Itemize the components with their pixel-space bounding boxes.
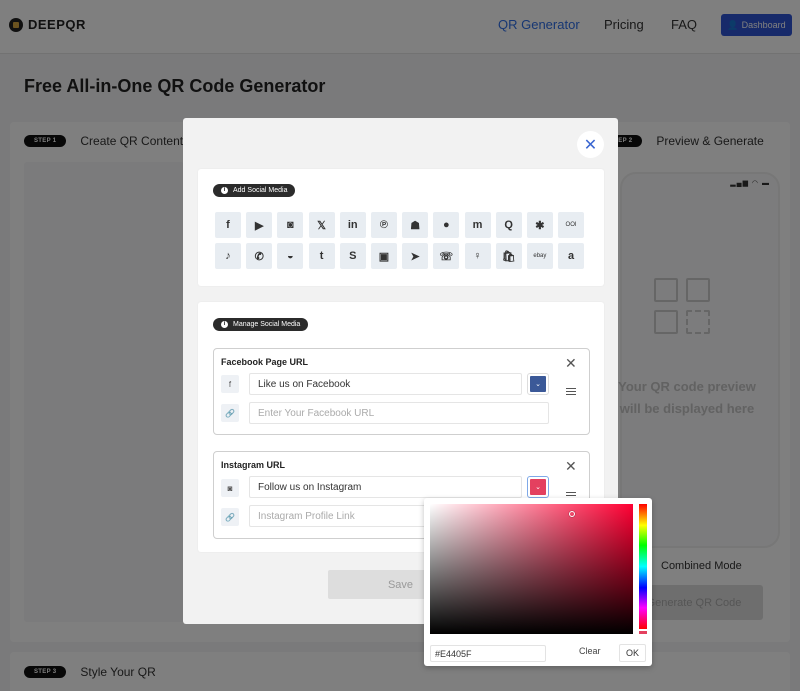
facebook-drag-handle[interactable] [566, 386, 576, 397]
saturation-value-area[interactable] [430, 504, 633, 634]
line-icon[interactable]: ◒ [277, 243, 304, 269]
page: DEEPQR QR Generator Pricing FAQ 👤 Dashbo… [0, 0, 800, 691]
amazon-icon[interactable]: a [558, 243, 585, 269]
ok-button[interactable]: OK [619, 644, 646, 662]
facebook-icon: f [221, 375, 239, 393]
telegram-icon[interactable]: ➤ [402, 243, 429, 269]
facebook-text-input[interactable]: Like us on Facebook [249, 373, 522, 395]
medium-m-icon[interactable]: m [464, 212, 491, 238]
twitch-icon[interactable]: ▣ [370, 243, 397, 269]
facebook-entry-title: Facebook Page URL [221, 357, 309, 367]
instagram-icon[interactable]: ◙ [277, 212, 304, 238]
linkedin-icon[interactable]: in [339, 212, 366, 238]
link-icon: 🔗 [221, 508, 239, 526]
facebook-icon[interactable]: f [215, 212, 241, 238]
quora-icon[interactable]: Q [495, 212, 522, 238]
instagram-text-input[interactable]: Follow us on Instagram [249, 476, 522, 498]
remove-facebook-button[interactable]: ✕ [565, 355, 577, 372]
hue-slider[interactable] [639, 504, 647, 629]
pinterest-icon[interactable]: ℗ [370, 212, 397, 238]
manage-social-badge: i Manage Social Media [213, 318, 309, 331]
facebook-color-button[interactable]: ⌄ [527, 373, 549, 395]
remove-instagram-button[interactable]: ✕ [565, 458, 577, 475]
social-icon-grid: f ▶ ◙ 𝕏in ℗ ☗ ● m Q ✱ OOI ♪ ✆ ◒ t S ▣ ➤ ☏ ♀ 🛍 ebay a [215, 212, 585, 269]
location-icon[interactable]: ♀ [464, 243, 491, 269]
color-picker: #E4405F Clear OK [424, 498, 652, 666]
youtube-icon[interactable]: ▶ [246, 212, 273, 238]
chevron-down-icon: ⌄ [530, 376, 546, 392]
ebay-icon[interactable]: ebay [526, 243, 553, 269]
medium-icon[interactable]: OOI [558, 212, 585, 238]
add-social-label: Add Social Media [233, 187, 288, 194]
x-icon[interactable]: 𝕏 [308, 212, 335, 238]
instagram-color-button[interactable]: ⌄ [527, 476, 549, 498]
reddit-icon[interactable]: ● [433, 212, 460, 238]
chevron-down-icon: ⌄ [530, 479, 546, 495]
clear-button[interactable]: Clear [579, 646, 601, 656]
info-icon: i [221, 321, 228, 328]
hex-input[interactable]: #E4405F [430, 645, 546, 662]
link-icon: 🔗 [221, 404, 239, 422]
whatsapp-icon[interactable]: ✆ [246, 243, 273, 269]
snapchat-icon[interactable]: ☗ [402, 212, 429, 238]
close-icon: ✕ [583, 136, 598, 154]
viber-icon[interactable]: ☏ [433, 243, 460, 269]
color-cursor[interactable] [569, 511, 575, 517]
tumblr-icon[interactable]: t [308, 243, 335, 269]
yelp-icon[interactable]: ✱ [526, 212, 553, 238]
instagram-icon: ◙ [221, 479, 239, 497]
close-modal-button[interactable]: ✕ [577, 131, 604, 158]
skype-icon[interactable]: S [339, 243, 366, 269]
facebook-url-input[interactable]: Enter Your Facebook URL [249, 402, 549, 424]
info-icon: i [221, 187, 228, 194]
add-social-badge: i Add Social Media [213, 184, 296, 197]
hue-current-swatch [639, 631, 647, 634]
manage-social-label: Manage Social Media [233, 321, 301, 328]
tiktok-icon[interactable]: ♪ [215, 243, 241, 269]
instagram-entry-title: Instagram URL [221, 460, 286, 470]
shopify-icon[interactable]: 🛍 [495, 243, 522, 269]
